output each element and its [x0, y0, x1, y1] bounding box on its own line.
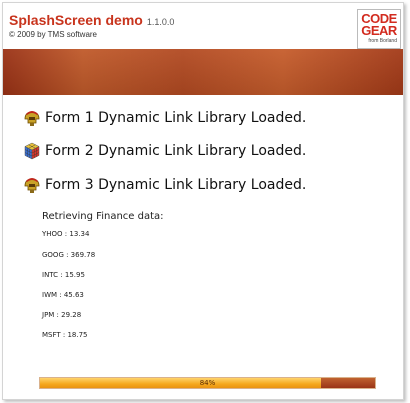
dll-status-line-3: Form 3 Dynamic Link Library Loaded.: [23, 176, 306, 196]
logo-subtitle: from Borland: [368, 38, 397, 44]
quote-line: IWM : 45.63: [42, 291, 84, 299]
quote-line: GOOG : 369.78: [42, 251, 96, 259]
progress-label: 84%: [199, 379, 216, 387]
finance-heading: Retrieving Finance data:: [42, 211, 164, 222]
quote-line: INTC : 15.95: [42, 271, 85, 279]
spartan-helmet-icon: [23, 109, 41, 127]
quote-line: YHOO : 13.34: [42, 230, 90, 238]
header-banner: [3, 49, 403, 95]
splash-window: SplashScreen demo 1.1.0.0 © 2009 by TMS s…: [2, 2, 404, 400]
version-label: 1.1.0.0: [146, 17, 175, 27]
dll-status-line-1: Form 1 Dynamic Link Library Loaded.: [23, 109, 306, 129]
spartan-helmet-icon: [23, 176, 41, 194]
dll-status-text: Form 2 Dynamic Link Library Loaded.: [45, 143, 307, 159]
copyright-text: © 2009 by TMS software: [9, 30, 98, 39]
dll-status-line-2: Form 2 Dynamic Link Library Loaded.: [23, 142, 306, 162]
dll-status-text: Form 3 Dynamic Link Library Loaded.: [45, 177, 307, 193]
title-row: SplashScreen demo 1.1.0.0: [9, 10, 174, 29]
app-title: SplashScreen demo: [9, 12, 143, 28]
rubik-cube-icon: [23, 142, 41, 160]
quote-line: JPM : 29.28: [42, 311, 82, 319]
progress-bar: 84%: [39, 377, 376, 389]
splash-header: SplashScreen demo 1.1.0.0 © 2009 by TMS s…: [3, 3, 403, 49]
logo-line-gear: GEAR: [361, 23, 397, 38]
quote-line: MSFT : 18.75: [42, 331, 88, 339]
dll-status-text: Form 1 Dynamic Link Library Loaded.: [45, 110, 307, 126]
codegear-logo: CODE GEAR from Borland: [357, 9, 401, 49]
